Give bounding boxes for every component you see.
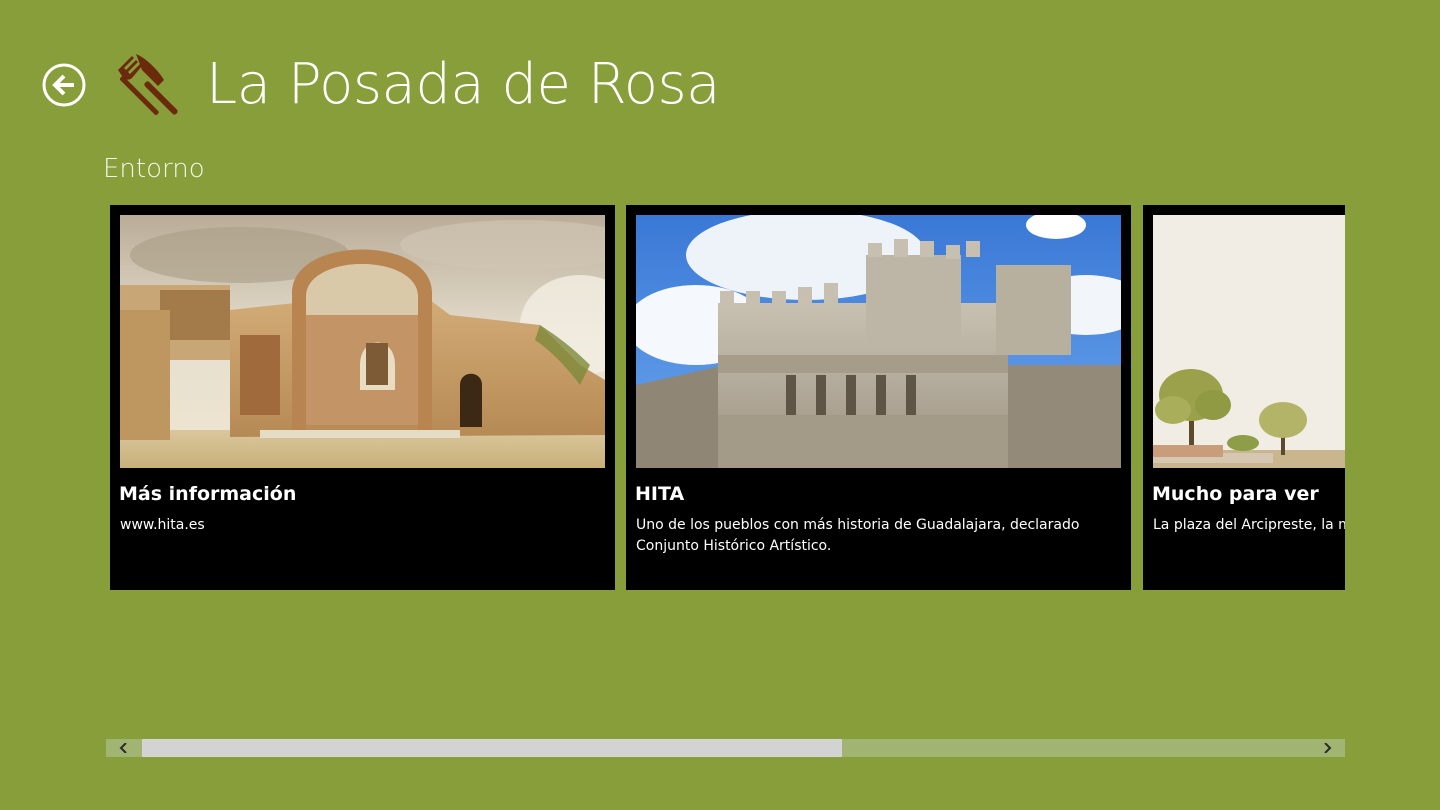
card-title: Más información [119, 483, 297, 505]
page-title: La Posada de Rosa [206, 52, 720, 117]
card-mas-informacion[interactable]: Más información www.hita.es [110, 205, 615, 590]
card-list: Más información www.hita.es HITA Uno de … [110, 205, 1345, 590]
card-description: www.hita.es [120, 517, 205, 533]
section-title: Entorno [103, 154, 205, 184]
trees-landscape-image [1153, 215, 1345, 468]
arch-ruins-image [120, 215, 605, 468]
card-description: La plaza del Arcipreste, la mu [1153, 517, 1345, 533]
scroll-right-button[interactable] [1309, 739, 1345, 757]
card-title: Mucho para ver [1152, 483, 1319, 505]
card-hita[interactable]: HITA Uno de los pueblos con más historia… [626, 205, 1131, 590]
card-title: HITA [635, 483, 685, 505]
card-mucho-para-ver[interactable]: Mucho para ver La plaza del Arcipreste, … [1143, 205, 1345, 590]
chevron-left-icon [119, 743, 127, 753]
back-arrow-icon [42, 63, 86, 107]
app-window: La Posada de Rosa Entorno Más informació… [0, 0, 1440, 810]
back-button[interactable] [42, 63, 86, 107]
fork-knife-icon [112, 50, 182, 120]
card-description: Uno de los pueblos con más historia de G… [636, 517, 1080, 554]
scroll-left-button[interactable] [106, 739, 142, 757]
castle-gate-image [636, 215, 1121, 468]
scroll-thumb[interactable] [142, 739, 843, 757]
horizontal-scrollbar[interactable] [106, 739, 1345, 757]
chevron-right-icon [1324, 743, 1332, 753]
